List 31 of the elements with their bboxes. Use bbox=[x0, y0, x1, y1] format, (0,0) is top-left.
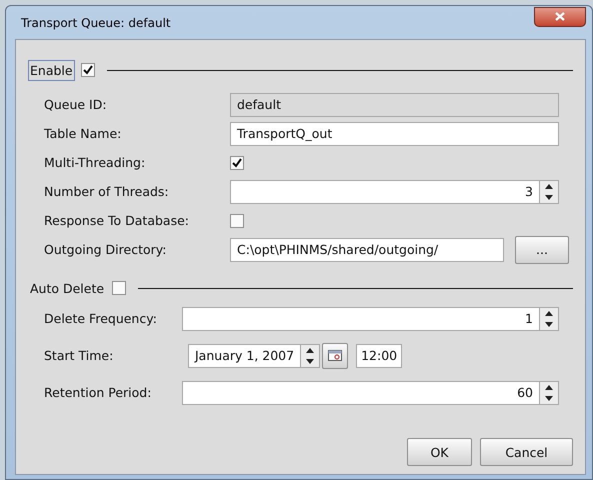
field-label: Table Name: bbox=[44, 126, 122, 141]
checkbox[interactable] bbox=[230, 156, 244, 170]
group-label: Auto Delete bbox=[29, 280, 106, 298]
field-label: Start Time: bbox=[44, 348, 114, 363]
dialog-button[interactable]: OK bbox=[407, 438, 472, 466]
number-field[interactable]: 3 bbox=[230, 180, 540, 204]
field-label: Outgoing Directory: bbox=[44, 242, 168, 257]
text-field[interactable]: default bbox=[230, 92, 559, 116]
field-label: Queue ID: bbox=[44, 97, 108, 112]
window-title: Transport Queue: default bbox=[21, 16, 171, 30]
field-label: Response To Database: bbox=[44, 213, 190, 228]
checkbox[interactable] bbox=[80, 63, 95, 77]
field-label: Number of Threads: bbox=[44, 184, 170, 199]
number-field[interactable]: 1 bbox=[182, 306, 540, 330]
path-field[interactable]: C:\opt\PHINMS/shared/outgoing/ bbox=[230, 238, 504, 262]
dialog-button[interactable]: Cancel bbox=[480, 438, 573, 466]
time-field[interactable]: 12:00 bbox=[356, 344, 402, 368]
checkbox[interactable] bbox=[112, 281, 126, 295]
close-button[interactable] bbox=[534, 6, 586, 26]
date-field[interactable]: January 1, 2007 bbox=[188, 344, 302, 368]
field-label: Delete Frequency: bbox=[44, 311, 158, 326]
close-icon bbox=[555, 12, 565, 21]
field-label: Retention Period: bbox=[44, 385, 152, 400]
calendar-icon bbox=[328, 350, 342, 361]
text-field[interactable]: TransportQ_out bbox=[230, 122, 559, 146]
calendar-button[interactable] bbox=[322, 342, 348, 368]
checkbox[interactable] bbox=[230, 214, 244, 228]
browse-button[interactable]: ... bbox=[515, 236, 569, 264]
number-field[interactable]: 60 bbox=[182, 380, 540, 404]
field-label: Multi-Threading: bbox=[44, 155, 146, 170]
group-label: Enable bbox=[28, 60, 75, 80]
